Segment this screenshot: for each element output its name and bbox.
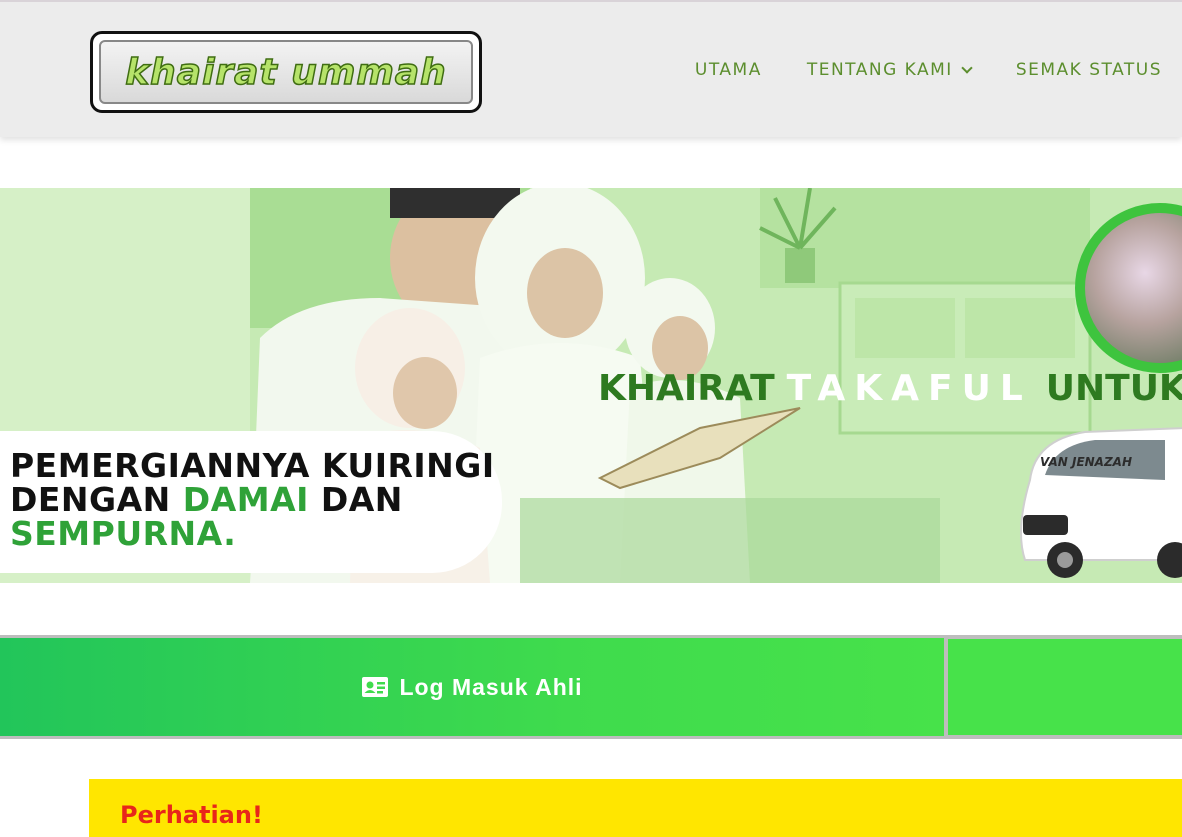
nav-item-utama[interactable]: UTAMA (695, 60, 762, 80)
id-card-icon (362, 677, 389, 697)
nav-item-semak-status[interactable]: SEMAK STATUS (1016, 60, 1162, 80)
notice-box: Perhatian! (89, 779, 1182, 837)
secondary-action-button[interactable] (944, 635, 1182, 739)
logo-frame: khairat ummah (99, 40, 473, 104)
nav-item-tentang-kami[interactable]: TENTANG KAMI (806, 60, 973, 80)
banner-title: KHAIRAT TAKAFUL UNTUK SE (598, 368, 1182, 409)
banner-title-part1: KHAIRAT (598, 368, 775, 409)
site-header: khairat ummah UTAMA TENTANG KAMI SEMAK S… (0, 0, 1182, 137)
headline-line-1: PEMERGIANNYA KUIRINGI (10, 446, 495, 485)
van-plate: GO AUTO (1050, 535, 1088, 544)
member-login-button[interactable]: Log Masuk Ahli (0, 635, 944, 739)
action-row: Log Masuk Ahli (0, 635, 1182, 739)
chevron-down-icon (961, 61, 973, 74)
headline-line-3: SEMPURNA. (10, 514, 237, 553)
nav-item-label: TENTANG KAMI (806, 60, 953, 80)
van-label: VAN JENAZAH (1040, 455, 1132, 469)
site-logo[interactable]: khairat ummah (90, 31, 482, 113)
headline-card: PEMERGIANNYA KUIRINGI DENGAN DAMAI DAN S… (0, 431, 502, 573)
main-nav: UTAMA TENTANG KAMI SEMAK STATUS (695, 60, 1162, 80)
hero-banner[interactable]: KHAIRAT TAKAFUL UNTUK SE VAN JENAZAH GO AU… (0, 188, 1182, 583)
member-login-label: Log Masuk Ahli (399, 673, 583, 700)
headline-line-2: DENGAN DAMAI DAN (10, 483, 502, 517)
logo-text: khairat ummah (124, 51, 447, 94)
banner-title-part2: TAKAFUL (786, 368, 1032, 409)
nav-item-label: SEMAK STATUS (1015, 60, 1162, 80)
nav-item-label: UTAMA (694, 60, 762, 80)
headline-line-2c: DAN (308, 480, 403, 519)
banner-title-part3: UNTUK SE (1045, 368, 1182, 409)
van-jenazah-image: VAN JENAZAH GO AUTO (1020, 427, 1182, 578)
notice-title: Perhatian! (120, 801, 263, 829)
